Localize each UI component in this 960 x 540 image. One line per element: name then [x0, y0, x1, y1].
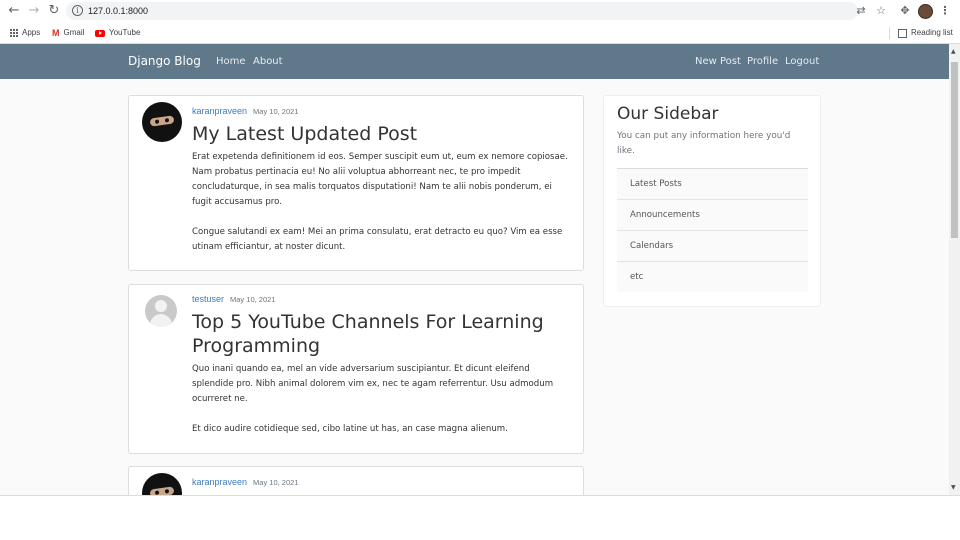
bookmark-label: Gmail	[63, 28, 85, 37]
post-title-link[interactable]: Top 5 YouTube Channels For Learning Prog…	[192, 310, 582, 358]
bookmark-youtube[interactable]: YouTube	[95, 26, 140, 40]
youtube-icon	[95, 29, 105, 37]
post-paragraph: Erat expetenda definitionem id eos. Semp…	[192, 152, 568, 207]
extensions-icon[interactable]: ✥	[898, 4, 912, 18]
sidebar-item-etc[interactable]: etc	[617, 261, 808, 292]
bookmark-apps[interactable]: Apps	[9, 26, 40, 40]
site-navbar: Django Blog Home About New Post Profile …	[0, 44, 949, 79]
blank-area	[0, 495, 960, 540]
post-meta: karanpraveen May 10, 2021	[192, 476, 299, 488]
post-card: testuser May 10, 2021 Top 5 YouTube Chann…	[128, 284, 584, 454]
nav-new-post-link[interactable]: New Post	[695, 44, 741, 79]
nav-home-link[interactable]: Home	[216, 44, 246, 79]
sidebar-item-announcements[interactable]: Announcements	[617, 199, 808, 230]
address-bar[interactable]: i 127.0.0.1:8000	[66, 2, 858, 20]
page-scrollbar[interactable]: ▲ ▼	[949, 44, 960, 495]
sidebar-list: Latest Posts Announcements Calendars etc	[617, 168, 808, 292]
post-paragraph: Et dico audire cotidieque sed, cibo lati…	[192, 424, 508, 434]
sidebar-item-latest-posts[interactable]: Latest Posts	[617, 168, 808, 199]
scroll-down-icon[interactable]: ▼	[951, 484, 956, 491]
bookmark-label: Apps	[22, 28, 41, 37]
scrollbar-thumb[interactable]	[951, 62, 958, 238]
sidebar-item-calendars[interactable]: Calendars	[617, 230, 808, 261]
apps-grid-icon	[9, 29, 18, 38]
post-meta: testuser May 10, 2021	[192, 293, 275, 305]
author-avatar	[142, 102, 182, 142]
post-date: May 10, 2021	[230, 295, 276, 304]
post-date: May 10, 2021	[253, 478, 299, 487]
translate-icon[interactable]: ⇄	[854, 4, 868, 18]
author-avatar	[142, 473, 182, 495]
brand-link[interactable]: Django Blog	[128, 44, 201, 79]
post-title-link[interactable]: My Latest Updated Post	[192, 122, 582, 146]
profile-avatar-icon[interactable]	[918, 4, 933, 19]
post-content: Erat expetenda definitionem id eos. Semp…	[192, 150, 572, 270]
post-author-link[interactable]: testuser	[192, 294, 224, 304]
post-content: Quo inani quando ea, mel an vide adversa…	[192, 362, 572, 452]
post-paragraph: Quo inani quando ea, mel an vide adversa…	[192, 364, 554, 404]
menu-kebab-icon[interactable]: ⋮	[938, 4, 952, 18]
bookmark-star-icon[interactable]: ☆	[874, 4, 888, 18]
sidebar-title: Our Sidebar	[617, 104, 719, 124]
sidebar-card: Our Sidebar You can put any information …	[603, 95, 821, 307]
reading-list-button[interactable]: Reading list	[898, 26, 953, 40]
site-info-icon[interactable]: i	[72, 5, 83, 16]
author-avatar	[145, 295, 177, 327]
post-author-link[interactable]: karanpraveen	[192, 106, 247, 116]
post-card: karanpraveen May 10, 2021	[128, 466, 584, 495]
nav-profile-link[interactable]: Profile	[747, 44, 778, 79]
reload-icon[interactable]: ↻	[46, 3, 62, 19]
reading-list-icon	[898, 28, 907, 38]
reading-list-label: Reading list	[911, 28, 953, 37]
gmail-icon: M	[52, 28, 60, 38]
post-paragraph: Congue salutandi ex eam! Mei an prima co…	[192, 227, 563, 252]
sidebar-description: You can put any information here you'd l…	[617, 131, 791, 156]
bookmark-label: YouTube	[109, 28, 141, 37]
bookmark-gmail[interactable]: M Gmail	[52, 26, 84, 40]
nav-about-link[interactable]: About	[253, 44, 283, 79]
address-url[interactable]: 127.0.0.1:8000	[88, 4, 148, 18]
post-meta: karanpraveen May 10, 2021	[192, 105, 299, 117]
post-author-link[interactable]: karanpraveen	[192, 477, 247, 487]
post-card: karanpraveen May 10, 2021 My Latest Updat…	[128, 95, 584, 271]
post-date: May 10, 2021	[253, 107, 299, 116]
browser-chrome: ← → ↻ i 127.0.0.1:8000 ⇄ ☆ ✥ ⋮ Apps M Gm…	[0, 0, 960, 44]
page-viewport: Django Blog Home About New Post Profile …	[0, 44, 949, 495]
nav-logout-link[interactable]: Logout	[785, 44, 819, 79]
scroll-up-icon[interactable]: ▲	[951, 48, 956, 55]
forward-icon[interactable]: →	[26, 3, 42, 19]
browser-toolbar: ← → ↻ i 127.0.0.1:8000 ⇄ ☆ ✥ ⋮	[0, 0, 960, 22]
bookmarks-bar: Apps M Gmail YouTube Reading list	[0, 24, 960, 42]
bookmarks-separator	[889, 27, 890, 39]
back-icon[interactable]: ←	[6, 3, 22, 19]
